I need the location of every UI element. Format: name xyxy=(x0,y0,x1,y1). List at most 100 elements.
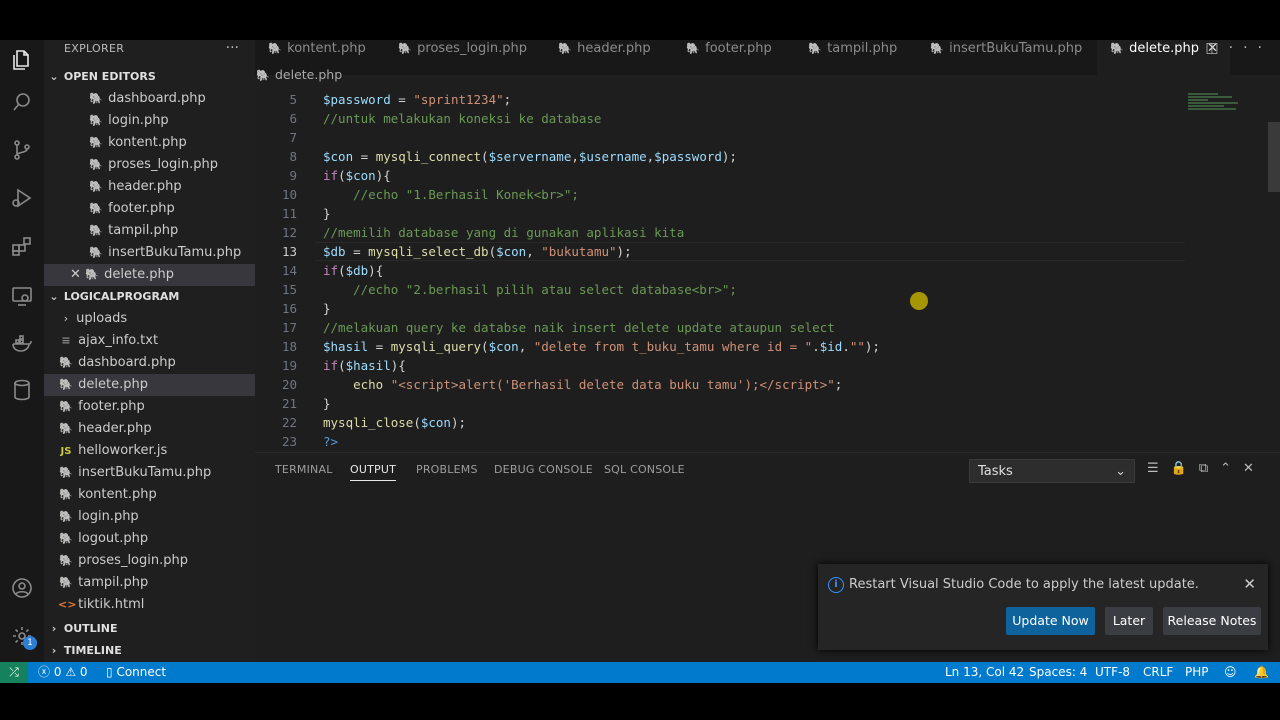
open-editor-item[interactable]: 🐘 login.php xyxy=(44,110,255,132)
release-notes-button[interactable]: Release Notes xyxy=(1163,607,1261,635)
file-item[interactable]: JS helloworker.js xyxy=(44,440,255,462)
php-file-icon: 🐘 xyxy=(59,356,73,369)
language-mode[interactable]: PHP xyxy=(1185,662,1209,683)
line-number: 10 xyxy=(281,187,297,202)
php-file-icon: 🐘 xyxy=(89,202,103,215)
php-file-icon: 🐘 xyxy=(89,158,103,171)
open-in-editor-icon[interactable]: ⧉ xyxy=(1199,461,1220,476)
php-file-icon: 🐘 xyxy=(558,42,572,55)
minimap[interactable] xyxy=(1188,92,1242,122)
tab-label: header.php xyxy=(577,41,651,56)
later-button[interactable]: Later xyxy=(1105,607,1153,635)
more-icon[interactable]: ··· xyxy=(1229,40,1272,56)
database-icon[interactable] xyxy=(0,370,44,410)
explorer-icon[interactable] xyxy=(0,40,44,80)
file-item[interactable]: 🐘 tampil.php xyxy=(44,572,255,594)
open-editor-item[interactable]: 🐘 kontent.php xyxy=(44,132,255,154)
code-editor[interactable]: 5 $password = "sprint1234"; 6 //untuk mela… xyxy=(255,90,1280,452)
open-editor-item[interactable]: 🐘 header.php xyxy=(44,176,255,198)
line-number: 20 xyxy=(281,377,297,392)
update-now-button[interactable]: Update Now xyxy=(1006,607,1095,635)
lock-icon[interactable]: 🔒 xyxy=(1171,461,1199,476)
file-label: tampil.php xyxy=(78,575,149,590)
project-section[interactable]: ⌄ LOGICALPROGRAM xyxy=(44,286,255,308)
file-item[interactable]: 🐘 login.php xyxy=(44,506,255,528)
indentation[interactable]: Spaces: 4 xyxy=(1029,662,1087,683)
output-channel-select[interactable]: Tasks ⌄ xyxy=(969,459,1135,483)
file-item-selected[interactable]: 🐘 delete.php xyxy=(44,374,255,396)
php-file-icon: 🐘 xyxy=(686,42,700,55)
feedback-icon[interactable]: ☺ xyxy=(1224,662,1237,683)
file-item[interactable]: 🐘 kontent.php xyxy=(44,484,255,506)
file-item[interactable]: 🐘 dashboard.php xyxy=(44,352,255,374)
php-file-icon: 🐘 xyxy=(89,92,103,105)
tab-header[interactable]: 🐘 header.php xyxy=(557,40,651,75)
file-item[interactable]: 🐘 proses_login.php xyxy=(44,550,255,572)
breadcrumb[interactable]: 🐘 delete.php xyxy=(255,67,342,82)
docker-icon[interactable] xyxy=(0,324,44,364)
file-label: proses_login.php xyxy=(78,553,188,568)
tab-label: footer.php xyxy=(705,41,772,56)
remote-explorer-icon[interactable] xyxy=(0,276,44,316)
file-item[interactable]: <> tiktik.html xyxy=(44,594,255,616)
settings-gear-icon[interactable]: 1 xyxy=(0,616,44,656)
php-file-icon: 🐘 xyxy=(85,268,99,281)
php-file-icon: 🐘 xyxy=(59,554,73,567)
account-icon[interactable] xyxy=(0,568,44,608)
run-debug-icon[interactable] xyxy=(0,178,44,218)
extensions-icon[interactable] xyxy=(0,226,44,266)
open-editor-item[interactable]: 🐘 proses_login.php xyxy=(44,154,255,176)
clear-output-icon[interactable]: ☰ xyxy=(1147,461,1171,476)
cursor-position[interactable]: Ln 13, Col 42 xyxy=(945,662,1024,683)
more-actions-icon[interactable]: ··· xyxy=(226,40,239,56)
notifications-bell-icon[interactable]: 🔔 xyxy=(1254,662,1269,683)
file-item[interactable]: 🐘 header.php xyxy=(44,418,255,440)
close-icon[interactable]: ✕ xyxy=(70,264,84,286)
open-editor-item-active[interactable]: ✕ 🐘 delete.php xyxy=(44,264,255,286)
timeline-section[interactable]: › TIMELINE xyxy=(44,640,255,662)
outline-section[interactable]: › OUTLINE xyxy=(44,618,255,640)
code-line: } xyxy=(323,301,331,316)
close-notification-icon[interactable]: ✕ xyxy=(1243,575,1256,593)
tab-output[interactable]: OUTPUT xyxy=(350,463,397,481)
tab-debug-console[interactable]: DEBUG CONSOLE xyxy=(494,463,593,476)
remote-indicator-icon[interactable]: ⤮ xyxy=(0,662,28,683)
search-icon[interactable] xyxy=(0,82,44,122)
file-item[interactable]: 🐘 footer.php xyxy=(44,396,255,418)
open-editor-item[interactable]: 🐘 insertBukuTamu.php xyxy=(44,242,255,264)
tab-proses-login[interactable]: 🐘 proses_login.php xyxy=(397,40,527,75)
php-file-icon: 🐘 xyxy=(930,42,944,55)
tab-terminal[interactable]: TERMINAL xyxy=(275,463,333,476)
tab-sql-console[interactable]: SQL CONSOLE xyxy=(604,463,685,476)
open-editor-item[interactable]: 🐘 footer.php xyxy=(44,198,255,220)
file-item[interactable]: 🐘 insertBukuTamu.php xyxy=(44,462,255,484)
line-number: 9 xyxy=(289,168,297,183)
notification-message: Restart Visual Studio Code to apply the … xyxy=(849,577,1199,592)
editor-tabs: 🐘 kontent.php 🐘 proses_login.php 🐘 heade… xyxy=(255,40,1280,75)
file-item[interactable]: 🐘 logout.php xyxy=(44,528,255,550)
close-panel-icon[interactable]: ✕ xyxy=(1243,461,1266,476)
code-line: if($con){ xyxy=(323,168,391,183)
open-editors-section[interactable]: ⌄ OPEN EDITORS xyxy=(44,66,255,88)
source-control-icon[interactable] xyxy=(0,130,44,170)
editor-scrollbar[interactable] xyxy=(1268,122,1280,192)
chevron-down-icon: ⌄ xyxy=(49,290,59,303)
connect-button[interactable]: ▯ Connect xyxy=(106,662,166,683)
file-item[interactable]: ≡ ajax_info.txt xyxy=(44,330,255,352)
folder-item[interactable]: › uploads xyxy=(44,308,255,330)
encoding[interactable]: UTF-8 xyxy=(1095,662,1130,683)
code-line: $hasil = mysqli_query($con, "delete from… xyxy=(323,339,880,354)
open-editor-item[interactable]: 🐘 tampil.php xyxy=(44,220,255,242)
tab-footer[interactable]: 🐘 footer.php xyxy=(685,40,772,75)
tab-insertbukutamu[interactable]: 🐘 insertBukuTamu.php xyxy=(929,40,1082,75)
info-icon: i xyxy=(828,577,844,593)
line-ending[interactable]: CRLF xyxy=(1143,662,1173,683)
file-label: footer.php xyxy=(108,201,175,216)
problems-indicator[interactable]: ⓧ 0 ⚠ 0 xyxy=(38,662,88,683)
tab-problems[interactable]: PROBLEMS xyxy=(416,463,478,476)
tab-tampil[interactable]: 🐘 tampil.php xyxy=(807,40,897,75)
split-editor-icon[interactable]: ◫ xyxy=(1205,40,1228,56)
maximize-panel-icon[interactable]: ⌃ xyxy=(1220,461,1243,476)
code-line: if($db){ xyxy=(323,263,384,278)
open-editor-item[interactable]: 🐘 dashboard.php xyxy=(44,88,255,110)
